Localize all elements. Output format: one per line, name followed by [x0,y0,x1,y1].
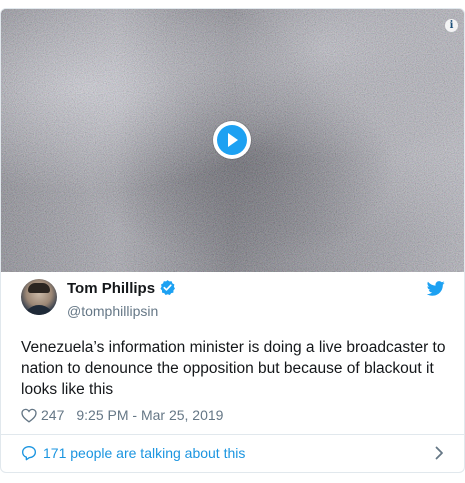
heart-icon[interactable] [21,408,37,423]
embedded-tweet-card: i Tom Phillips @tomphillipsin Venezuela’… [0,8,465,473]
verified-badge-icon [159,279,176,301]
info-icon[interactable]: i [445,19,458,32]
video-thumbnail[interactable]: i [1,9,464,272]
conversation-link[interactable]: 171 people are talking about this [1,435,464,471]
tweet-meta: 247 9:25 PM - Mar 25, 2019 [21,405,223,425]
play-button[interactable] [213,121,251,159]
avatar-shoulders [23,305,55,315]
author-block: Tom Phillips @tomphillipsin [67,279,176,320]
like-count[interactable]: 247 [41,407,64,423]
avatar[interactable] [21,279,57,315]
tweet-header: Tom Phillips @tomphillipsin [21,279,445,319]
author-handle[interactable]: @tomphillipsin [67,302,176,320]
avatar-hair [28,283,50,293]
speech-bubble-icon [21,445,37,466]
tweet-text: Venezuela’s information minister is doin… [21,339,446,398]
play-circle-icon [217,125,247,155]
chevron-right-icon [435,446,444,465]
twitter-bird-icon[interactable] [426,281,445,301]
author-display-name[interactable]: Tom Phillips [67,280,155,298]
conversation-label: 171 people are talking about this [43,445,246,461]
tweet-timestamp[interactable]: 9:25 PM - Mar 25, 2019 [76,407,223,423]
